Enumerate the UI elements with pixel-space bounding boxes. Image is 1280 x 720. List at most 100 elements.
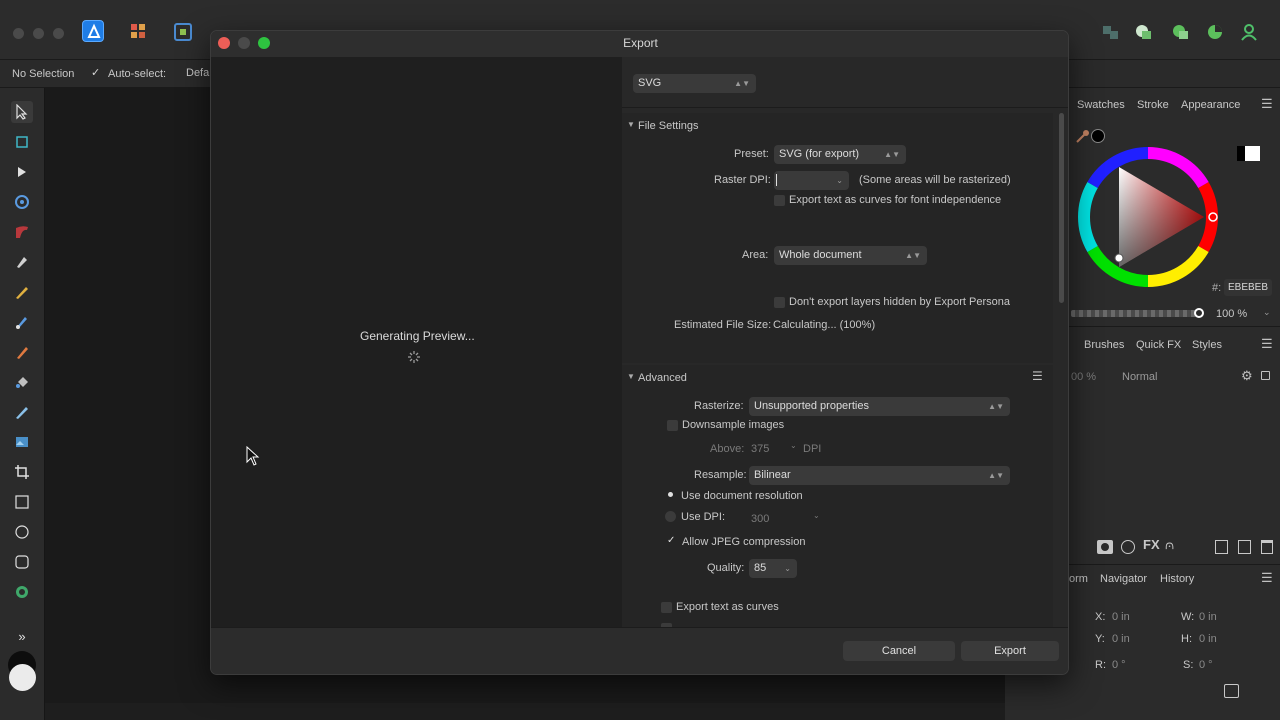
hidden-layers-checkbox[interactable]	[774, 297, 785, 308]
hex-field[interactable]: EBEBEB	[1224, 279, 1272, 296]
export-persona-icon[interactable]	[172, 21, 194, 43]
anchor-icon[interactable]	[1224, 684, 1239, 698]
panel-menu-icon[interactable]: ☰	[1261, 96, 1273, 112]
place-image-icon[interactable]	[11, 431, 33, 453]
use-doc-res-label[interactable]: Use document resolution	[681, 490, 803, 502]
opacity-value[interactable]: 100 %	[1216, 308, 1247, 320]
gear-icon[interactable]: ⚙	[1241, 368, 1253, 384]
tab-brushes[interactable]: Brushes	[1084, 339, 1124, 351]
downsample-label[interactable]: Downsample images	[682, 419, 784, 431]
trash-icon[interactable]	[1261, 540, 1273, 554]
designer-persona-icon[interactable]	[82, 20, 104, 42]
snapping-icon[interactable]	[1102, 24, 1120, 40]
tab-history[interactable]: History	[1160, 573, 1194, 585]
section-header[interactable]: Advanced	[638, 372, 687, 384]
group-icon[interactable]	[1238, 540, 1251, 554]
tab-quick-fx[interactable]: Quick FX	[1136, 339, 1181, 351]
autoselect-mode-select[interactable]: Defa	[186, 67, 209, 79]
lock-icon[interactable]	[1261, 371, 1270, 380]
export-button[interactable]: Export	[961, 641, 1059, 661]
collapse-chevron-icon[interactable]: ▼	[627, 120, 635, 129]
panel-menu-icon[interactable]: ☰	[1261, 570, 1273, 586]
format-select[interactable]: SVG ▲▼	[633, 74, 756, 93]
text-curves-label[interactable]: Export text as curves for font independe…	[789, 194, 1001, 206]
raster-dpi-field[interactable]: ⌄	[774, 171, 849, 190]
use-doc-res-radio[interactable]	[668, 492, 673, 497]
use-dpi-radio[interactable]	[665, 511, 676, 522]
paint-brush-icon[interactable]	[11, 341, 33, 363]
vector-brush-icon[interactable]	[11, 311, 33, 333]
layer-opacity[interactable]: 00 %	[1071, 371, 1096, 383]
tab-transform[interactable]: orm	[1069, 573, 1088, 585]
user-account-icon[interactable]	[1240, 23, 1258, 41]
corner-tool-icon[interactable]	[11, 191, 33, 213]
dialog-close-button[interactable]	[218, 37, 230, 49]
panel-menu-icon[interactable]: ☰	[1261, 336, 1273, 352]
tab-appearance[interactable]: Appearance	[1181, 99, 1240, 111]
stroke-color-swatch[interactable]	[1091, 129, 1105, 143]
opacity-slider-handle[interactable]	[1194, 308, 1204, 318]
pencil-curve-icon[interactable]	[11, 221, 33, 243]
dialog-zoom-button[interactable]	[258, 37, 270, 49]
shape-tool-icon[interactable]	[11, 581, 33, 603]
use-dpi-label[interactable]: Use DPI:	[681, 511, 725, 523]
collapse-chevron-icon[interactable]: ▼	[627, 372, 635, 381]
advanced-text-curves-checkbox[interactable]	[661, 602, 672, 613]
chevron-down-icon[interactable]: ⌄	[813, 511, 820, 520]
fill-color-well[interactable]	[9, 664, 36, 691]
settings-scrollbar[interactable]	[1059, 113, 1064, 303]
pencil-tool-icon[interactable]	[11, 281, 33, 303]
downsample-checkbox[interactable]	[667, 420, 678, 431]
rotation-field[interactable]: 0 °	[1112, 659, 1126, 671]
rasterize-select[interactable]: Unsupported properties ▲▼	[749, 397, 1010, 416]
add-layer-icon[interactable]	[1215, 540, 1228, 554]
shear-field[interactable]: 0 °	[1199, 659, 1213, 671]
color-picker-icon[interactable]	[1075, 128, 1091, 144]
preset-select[interactable]: SVG (for export) ▲▼	[774, 145, 906, 164]
jpeg-label[interactable]: Allow JPEG compression	[682, 536, 806, 548]
live-filter-icon[interactable]: ⩀	[1165, 537, 1174, 553]
artboard-tool-icon[interactable]	[11, 131, 33, 153]
primary-swatch[interactable]	[1245, 146, 1260, 161]
fill-tool-icon[interactable]	[11, 371, 33, 393]
boolean-subtract-icon[interactable]	[1172, 24, 1190, 40]
window-zoom-inactive[interactable]	[53, 28, 64, 39]
move-tool-icon[interactable]	[11, 101, 33, 123]
chevron-down-icon[interactable]: ⌄	[1263, 307, 1271, 318]
rectangle-tool-icon[interactable]	[11, 491, 33, 513]
x-field[interactable]: 0 in	[1112, 611, 1130, 623]
jpeg-checkbox[interactable]: ✓	[667, 535, 675, 546]
color-wheel[interactable]	[1076, 145, 1220, 289]
section-header[interactable]: File Settings	[638, 120, 699, 132]
y-field[interactable]: 0 in	[1112, 633, 1130, 645]
w-field[interactable]: 0 in	[1199, 611, 1217, 623]
rounded-rectangle-icon[interactable]	[11, 551, 33, 573]
fx-icon[interactable]: FX	[1143, 537, 1160, 552]
tab-navigator[interactable]: Navigator	[1100, 573, 1147, 585]
opacity-slider[interactable]	[1071, 310, 1201, 317]
advanced-menu-icon[interactable]: ☰	[1032, 369, 1043, 383]
above-field[interactable]: 375	[751, 443, 769, 455]
cancel-button[interactable]: Cancel	[843, 641, 955, 661]
dialog-minimize-button[interactable]	[238, 37, 250, 49]
area-select[interactable]: Whole document ▲▼	[774, 246, 927, 265]
boolean-add-icon[interactable]	[1135, 24, 1153, 40]
expand-tools-icon[interactable]: »	[11, 625, 33, 647]
transparency-tool-icon[interactable]	[11, 401, 33, 423]
crop-tool-icon[interactable]	[11, 461, 33, 483]
text-curves-checkbox[interactable]	[774, 195, 785, 206]
tab-stroke[interactable]: Stroke	[1137, 99, 1169, 111]
tab-styles[interactable]: Styles	[1192, 339, 1222, 351]
ellipse-tool-icon[interactable]	[11, 521, 33, 543]
h-field[interactable]: 0 in	[1199, 633, 1217, 645]
quality-field[interactable]: 85 ⌄	[749, 559, 797, 578]
autoselect-checkbox[interactable]: ✓	[91, 66, 100, 79]
use-dpi-field[interactable]: 300	[751, 513, 769, 525]
window-close-inactive[interactable]	[13, 28, 24, 39]
adjustment-icon[interactable]	[1121, 540, 1135, 554]
blend-mode-select[interactable]: Normal	[1122, 371, 1157, 383]
boolean-intersect-icon[interactable]	[1207, 24, 1225, 40]
pixel-persona-icon[interactable]	[128, 21, 150, 43]
pen-tool-icon[interactable]	[11, 251, 33, 273]
resample-select[interactable]: Bilinear ▲▼	[749, 466, 1010, 485]
